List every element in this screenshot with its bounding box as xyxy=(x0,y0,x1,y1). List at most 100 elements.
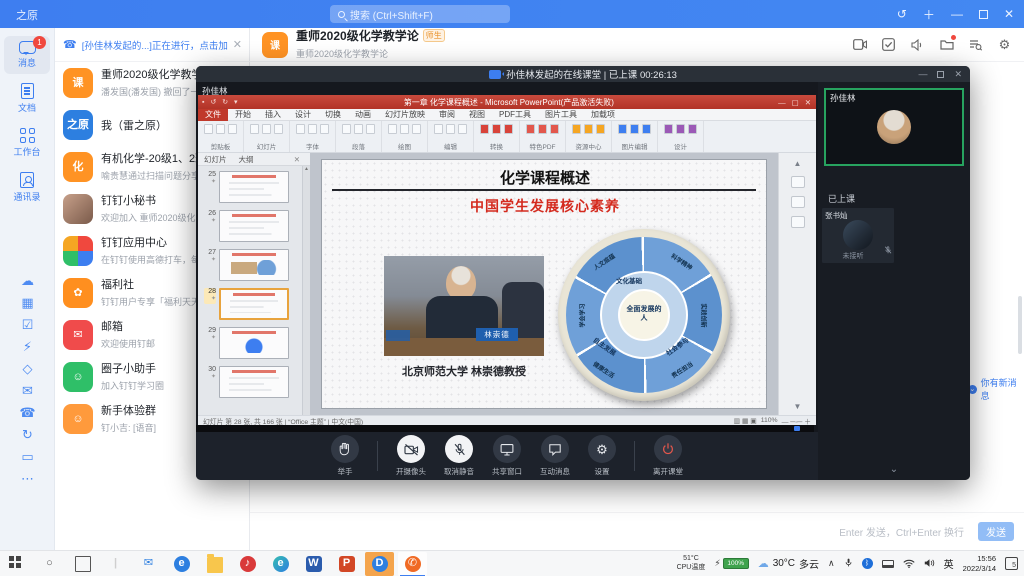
close-button[interactable]: ✕ xyxy=(1004,7,1014,21)
rail-tool-icon[interactable]: ↻ xyxy=(22,428,33,441)
ribbon-tab[interactable]: 幻灯片放映 xyxy=(378,109,432,121)
ppt-close-button[interactable]: ✕ xyxy=(805,98,811,107)
wifi-icon[interactable] xyxy=(903,555,915,573)
taskbar-app-icon[interactable]: D xyxy=(363,551,396,576)
rail-tool-icon[interactable]: ▦ xyxy=(21,296,33,309)
rail-tool-icon[interactable]: ◇ xyxy=(23,362,33,375)
rail-tool-icon[interactable]: ▭ xyxy=(21,450,33,463)
conf-close-button[interactable]: ✕ xyxy=(954,69,962,80)
presenter-video[interactable]: 孙佳林 xyxy=(824,88,964,166)
participant-cell[interactable]: 张书灿 未接听 xyxy=(822,208,894,263)
side-tool-icon[interactable] xyxy=(791,176,805,188)
rail-tool-icon[interactable]: ☎ xyxy=(19,406,35,419)
close-pane-icon[interactable]: ✕ xyxy=(288,155,306,164)
device-icon[interactable] xyxy=(882,560,894,568)
ribbon-group[interactable]: 转换 xyxy=(474,121,520,152)
close-banner-icon[interactable]: ✕ xyxy=(233,38,242,51)
side-tool-icon[interactable] xyxy=(791,196,805,208)
conf-maximize-button[interactable] xyxy=(937,71,944,78)
taskbar-app-icon[interactable]: ○ xyxy=(33,551,66,576)
battery-indicator[interactable]: ⚡100% xyxy=(714,558,748,569)
taskbar-app-icon[interactable]: | xyxy=(99,551,132,576)
taskbar-app-icon[interactable]: P xyxy=(330,551,363,576)
ribbon-tab[interactable]: 图片工具 xyxy=(538,109,584,121)
todo-icon[interactable] xyxy=(881,37,896,52)
ppt-minimize-button[interactable]: — xyxy=(778,98,786,107)
ribbon-tab[interactable]: 切换 xyxy=(318,109,348,121)
taskbar-app-icon[interactable]: W xyxy=(297,551,330,576)
notification-center-icon[interactable]: 5 xyxy=(1005,557,1018,570)
slide-thumbnail[interactable]: 28✦ xyxy=(204,288,302,320)
ribbon-group[interactable]: 字体 xyxy=(290,121,336,152)
rail-tool-icon[interactable]: ⚡ xyxy=(23,340,32,353)
taskbar-app-icon[interactable]: ✉ xyxy=(132,551,165,576)
camera-on-button[interactable]: 开摄像头 xyxy=(396,435,426,477)
ribbon-group[interactable]: 图片编辑 xyxy=(612,121,658,152)
scroll-up-icon[interactable]: ▲ xyxy=(794,159,802,168)
slide-thumbnail[interactable]: 30✦ xyxy=(204,366,302,398)
message-input[interactable]: Enter 发送，Ctrl+Enter 换行 xyxy=(839,524,964,539)
slide-thumbnail[interactable]: 27✦ xyxy=(204,249,302,281)
quick-access-toolbar[interactable]: ▪ ↺ ↻ ▾ xyxy=(202,98,240,106)
ribbon-group[interactable]: 设计 xyxy=(658,121,704,152)
rail-tool-icon[interactable]: ⋯ xyxy=(21,472,34,485)
scroll-down-icon[interactable]: ▼ xyxy=(794,402,802,411)
cpu-temp-widget[interactable]: 51°CCPU温度 xyxy=(677,555,706,572)
slide-thumbnail[interactable]: 29✦ xyxy=(204,327,302,359)
raise-hand-button[interactable]: 举手 xyxy=(331,435,359,477)
new-message-hint[interactable]: ⌄ 你有新消息 xyxy=(968,376,1024,402)
slide-thumbnail[interactable]: 26✦ xyxy=(204,210,302,242)
bluetooth-icon[interactable]: ᛒ xyxy=(862,558,873,569)
taskbar-app-icon[interactable] xyxy=(66,551,99,576)
side-tool-icon[interactable] xyxy=(791,216,805,228)
ribbon-group[interactable]: 资源中心 xyxy=(566,121,612,152)
input-language[interactable]: 英 xyxy=(944,556,954,571)
tray-chevron-icon[interactable]: ∧ xyxy=(828,559,835,568)
ribbon-tab[interactable]: 视图 xyxy=(462,109,492,121)
ribbon-group[interactable]: 剪贴板 xyxy=(198,121,244,152)
view-icons[interactable]: ▥ ▦ ▣ xyxy=(734,417,757,425)
tab-slides[interactable]: 幻灯片 xyxy=(198,154,233,165)
search-input[interactable]: 搜索 (Ctrl+Shift+F) xyxy=(330,5,510,23)
interactive-message-button[interactable]: 互动消息 xyxy=(540,435,570,477)
chat-history-icon[interactable] xyxy=(968,37,983,52)
ribbon-tab[interactable]: 开始 xyxy=(228,109,258,121)
taskbar-app-icon[interactable] xyxy=(0,551,33,576)
tray-mic-icon[interactable] xyxy=(844,555,853,573)
rail-tool-icon[interactable]: ☁ xyxy=(21,274,34,287)
ribbon-tab[interactable]: PDF工具 xyxy=(492,109,538,121)
add-icon[interactable]: ＋ xyxy=(923,6,935,23)
taskbar-app-icon[interactable]: e xyxy=(264,551,297,576)
ongoing-call-banner[interactable]: ☎ [孙佳林发起的...]正在进行，点击加入 ✕ xyxy=(55,28,250,62)
ribbon-tab[interactable]: 插入 xyxy=(258,109,288,121)
thumbnail-scrollbar[interactable]: ▲ xyxy=(302,166,310,415)
ribbon-tab[interactable]: 动画 xyxy=(348,109,378,121)
minimize-button[interactable]: — xyxy=(951,7,963,21)
taskbar-app-icon[interactable]: ♪ xyxy=(231,551,264,576)
share-window-button[interactable]: 共享窗口 xyxy=(492,435,522,477)
chat-scrollbar[interactable] xyxy=(1018,296,1022,354)
settings-icon[interactable]: ⚙ xyxy=(997,37,1012,52)
sidebar-item-messages[interactable]: 消息 1 xyxy=(4,36,50,74)
rail-tool-icon[interactable]: ☑ xyxy=(22,318,34,331)
ribbon-tab[interactable]: 设计 xyxy=(288,109,318,121)
unmute-button[interactable]: 取消静音 xyxy=(444,435,474,477)
conf-minimize-button[interactable]: — xyxy=(918,69,927,79)
history-icon[interactable]: ↺ xyxy=(897,7,907,21)
files-icon[interactable] xyxy=(939,37,954,52)
volume-icon[interactable] xyxy=(924,555,935,573)
slide-thumbnail[interactable]: 25✦ xyxy=(204,171,302,203)
tab-outline[interactable]: 大纲 xyxy=(233,154,260,165)
ribbon-group[interactable]: 绘图 xyxy=(382,121,428,152)
clock-widget[interactable]: 15:562022/3/14 xyxy=(963,554,996,574)
ribbon-tab[interactable]: 加载项 xyxy=(584,109,622,121)
sidebar-item-contacts[interactable]: 通讯录 xyxy=(4,167,50,208)
maximize-button[interactable] xyxy=(979,10,988,19)
ribbon-group[interactable]: 段落 xyxy=(336,121,382,152)
video-meeting-icon[interactable] xyxy=(852,37,867,52)
conference-settings-button[interactable]: ⚙ 设置 xyxy=(588,435,616,477)
ribbon-tab[interactable]: 审阅 xyxy=(432,109,462,121)
send-button[interactable]: 发送 xyxy=(978,522,1014,541)
sidebar-item-workbench[interactable]: 工作台 xyxy=(4,123,50,163)
ppt-maximize-button[interactable]: ▢ xyxy=(792,98,799,107)
